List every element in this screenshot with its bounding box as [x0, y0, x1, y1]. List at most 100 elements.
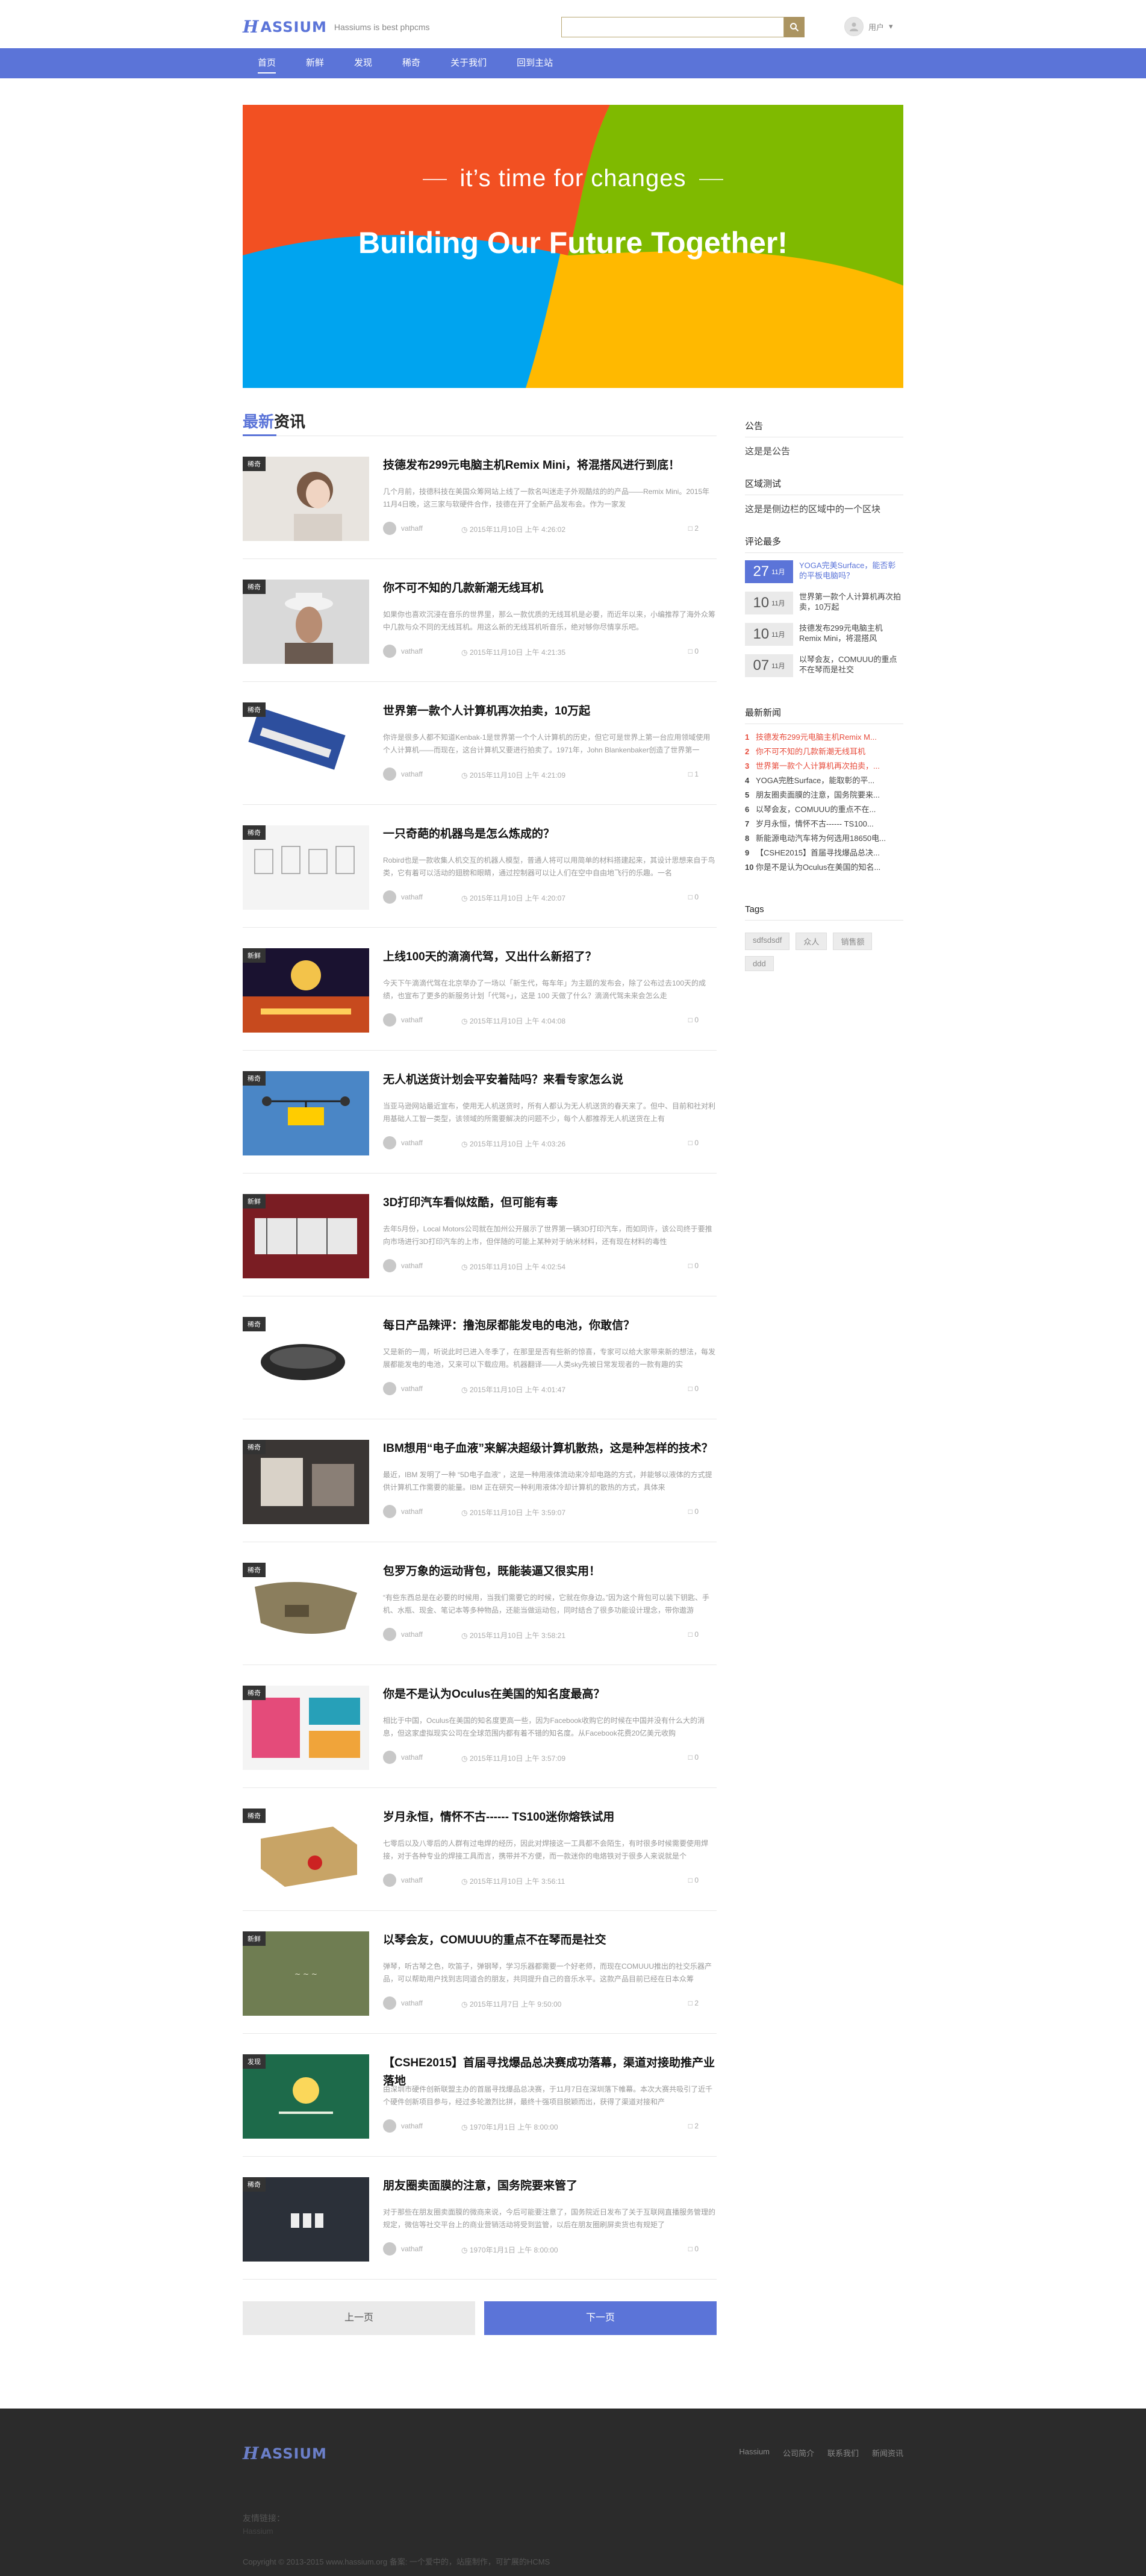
author-name[interactable]: vathaff	[401, 2245, 423, 2253]
post-thumbnail[interactable]: 稀奇	[243, 1317, 369, 1401]
post-thumbnail[interactable]: 稀奇	[243, 1809, 369, 1893]
author-name[interactable]: vathaff	[401, 1999, 423, 2007]
post-item[interactable]: 稀奇 你不可不知的几款新潮无线耳机 如果你也喜欢沉浸在音乐的世界里，那么一款优质的无…	[243, 559, 717, 682]
search-input[interactable]	[561, 17, 784, 37]
post-item[interactable]: 发现 【CSHE2015】首届寻找爆品总决赛成功落幕，渠道对接助推产业落地 由深圳市…	[243, 2034, 717, 2157]
author-name[interactable]: vathaff	[401, 1384, 423, 1393]
post-item[interactable]: 稀奇 技德发布299元电脑主机Remix Mini，将混搭风进行到底！ 几个月前，技…	[243, 436, 717, 559]
most-comments-item[interactable]: 10 11月 世界第一款个人计算机再次拍卖，10万起	[745, 592, 903, 616]
nav-item-back-main[interactable]: 回到主站	[502, 48, 568, 78]
author-avatar[interactable]	[383, 1874, 396, 1887]
author-name[interactable]: vathaff	[401, 2122, 423, 2130]
post-item[interactable]: 稀奇 岁月永恒，情怀不古------ TS100迷你熔铁试用 七零后以及八零后的人群…	[243, 1788, 717, 1911]
site-logo[interactable]: H ASSIUM Hassiums is best phpcms	[243, 17, 430, 37]
category-tag[interactable]: 新鲜	[243, 948, 266, 963]
post-thumbnail[interactable]: 稀奇	[243, 1440, 369, 1524]
most-comments-title[interactable]: 世界第一款个人计算机再次拍卖，10万起	[799, 592, 903, 616]
post-item[interactable]: 稀奇 每日产品辣评：撸泡尿都能发电的电池，你敢信？ 又是新的一周，听说此时已进入冬季…	[243, 1296, 717, 1419]
comment-count[interactable]: □ 0	[688, 1876, 699, 1884]
category-tag[interactable]: 稀奇	[243, 457, 266, 471]
comment-count[interactable]: □ 0	[688, 1507, 699, 1516]
category-tag[interactable]: 稀奇	[243, 1317, 266, 1331]
author-name[interactable]: vathaff	[401, 1753, 423, 1762]
category-tag[interactable]: 稀奇	[243, 825, 266, 840]
post-thumbnail[interactable]: 稀奇	[243, 1686, 369, 1770]
comment-count[interactable]: □ 2	[688, 1999, 699, 2007]
post-thumbnail[interactable]: 稀奇	[243, 1563, 369, 1647]
post-item[interactable]: 新鲜 3D打印汽车看似炫酷，但可能有毒 去年5月份，Local Motors公司就在…	[243, 1174, 717, 1296]
prev-page-button[interactable]: 上一页	[243, 2301, 475, 2335]
most-comments-title[interactable]: 以琴会友，COMUUU的重点不在琴而是社交	[799, 654, 903, 678]
category-tag[interactable]: 发现	[243, 2054, 266, 2069]
post-title[interactable]: 包罗万象的运动背包，既能装逼又很实用！	[383, 1563, 717, 1581]
author-avatar[interactable]	[383, 1996, 396, 2010]
author-avatar[interactable]	[383, 2119, 396, 2133]
latest-news-item[interactable]: 3 世界第一款个人计算机再次拍卖，...	[745, 759, 903, 774]
post-item[interactable]: 稀奇 一只奇葩的机器鸟是怎么炼成的？ Robird也是一款收集人机交互的机器人模型，…	[243, 805, 717, 928]
author-name[interactable]: vathaff	[401, 1876, 423, 1884]
author-name[interactable]: vathaff	[401, 647, 423, 655]
tag-chip[interactable]: 销售额	[833, 933, 873, 950]
comment-count[interactable]: □ 0	[688, 893, 699, 901]
post-title[interactable]: 世界第一款个人计算机再次拍卖，10万起	[383, 702, 717, 721]
footer-link[interactable]: Hassium	[739, 2447, 770, 2459]
footer-logo[interactable]: H ASSIUM	[243, 2443, 327, 2463]
friend-link[interactable]: Hassium	[243, 2527, 273, 2536]
comment-count[interactable]: □ 0	[688, 1016, 699, 1024]
nav-item-discover[interactable]: 发现	[339, 48, 387, 78]
author-avatar[interactable]	[383, 890, 396, 904]
latest-news-item[interactable]: 5 朋友圈卖面膜的注意，国务院要来...	[745, 788, 903, 802]
post-item[interactable]: 稀奇 世界第一款个人计算机再次拍卖，10万起 你许是很多人都不知道Kenbak-1是…	[243, 682, 717, 805]
nav-item-about[interactable]: 关于我们	[435, 48, 502, 78]
comment-count[interactable]: □ 0	[688, 2245, 699, 2253]
post-item[interactable]: ~ ~ ~ 新鲜 以琴会友，COMUUU的重点不在琴而是社交 弹琴，听古琴之色，吹笛子…	[243, 1911, 717, 2034]
latest-news-item[interactable]: 1 技德发布299元电脑主机Remix M...	[745, 730, 903, 745]
post-item[interactable]: 稀奇 包罗万象的运动背包，既能装逼又很实用！ “有些东西总是在必要的时候用，当我们需…	[243, 1542, 717, 1665]
author-name[interactable]: vathaff	[401, 1630, 423, 1639]
author-avatar[interactable]	[383, 2242, 396, 2256]
post-item[interactable]: 稀奇 你是不是认为Oculus在美国的知名度最高？ 相比于中国，Oculus在美国的…	[243, 1665, 717, 1788]
post-item[interactable]: 稀奇 IBM想用“电子血液”来解决超级计算机散热，这是种怎样的技术？ 最近，IBM …	[243, 1419, 717, 1542]
most-comments-title[interactable]: YOGA完美Surface，能否彰的平板电脑吗？	[799, 560, 903, 584]
author-name[interactable]: vathaff	[401, 893, 423, 901]
post-thumbnail[interactable]: 稀奇	[243, 580, 369, 664]
post-thumbnail[interactable]: 发现	[243, 2054, 369, 2139]
category-tag[interactable]: 稀奇	[243, 1563, 266, 1577]
post-title[interactable]: 以琴会友，COMUUU的重点不在琴而是社交	[383, 1931, 717, 1949]
category-tag[interactable]: 新鲜	[243, 1194, 266, 1208]
post-item[interactable]: 稀奇 朋友圈卖面膜的注意，国务院要来管了 对于那些在朋友圈卖面膜的微商来说，今后可能…	[243, 2157, 717, 2280]
latest-news-item[interactable]: 10 你是不是认为Oculus在美国的知名...	[745, 860, 903, 875]
nav-item-fresh[interactable]: 新鲜	[291, 48, 339, 78]
latest-news-item[interactable]: 4 YOGA完胜Surface，能取彰的平...	[745, 774, 903, 788]
comment-count[interactable]: □ 0	[688, 1139, 699, 1147]
post-title[interactable]: 朋友圈卖面膜的注意，国务院要来管了	[383, 2177, 717, 2195]
footer-link[interactable]: 新闻资讯	[872, 2447, 903, 2459]
latest-news-item[interactable]: 6 以琴会友，COMUUU的重点不在...	[745, 802, 903, 817]
post-title[interactable]: 每日产品辣评：撸泡尿都能发电的电池，你敢信？	[383, 1317, 717, 1335]
post-thumbnail[interactable]: 新鲜	[243, 1194, 369, 1278]
category-tag[interactable]: 稀奇	[243, 580, 266, 594]
author-name[interactable]: vathaff	[401, 1016, 423, 1024]
post-title[interactable]: 上线100天的滴滴代驾，又出什么新招了？	[383, 948, 717, 966]
comment-count[interactable]: □ 0	[688, 1630, 699, 1639]
comment-count[interactable]: □ 0	[688, 1384, 699, 1393]
footer-link[interactable]: 公司简介	[783, 2447, 814, 2459]
post-title[interactable]: IBM想用“电子血液”来解决超级计算机散热，这是种怎样的技术？	[383, 1440, 717, 1458]
post-thumbnail[interactable]: 新鲜	[243, 948, 369, 1033]
post-thumbnail[interactable]: 稀奇	[243, 2177, 369, 2262]
author-avatar[interactable]	[383, 645, 396, 658]
tag-chip[interactable]: sdfsdsdf	[745, 933, 790, 950]
post-thumbnail[interactable]: 稀奇	[243, 825, 369, 910]
post-title[interactable]: 你不可不知的几款新潮无线耳机	[383, 580, 717, 598]
category-tag[interactable]: 稀奇	[243, 1686, 266, 1700]
author-name[interactable]: vathaff	[401, 770, 423, 778]
category-tag[interactable]: 新鲜	[243, 1931, 266, 1946]
hero-banner[interactable]: it’s time for changes Building Our Futur…	[243, 105, 903, 388]
most-comments-item[interactable]: 07 11月 以琴会友，COMUUU的重点不在琴而是社交	[745, 654, 903, 678]
author-avatar[interactable]	[383, 1628, 396, 1641]
author-name[interactable]: vathaff	[401, 1261, 423, 1270]
tag-chip[interactable]: ddd	[745, 956, 774, 971]
author-avatar[interactable]	[383, 522, 396, 535]
comment-count[interactable]: □ 1	[688, 770, 699, 778]
author-avatar[interactable]	[383, 1259, 396, 1272]
